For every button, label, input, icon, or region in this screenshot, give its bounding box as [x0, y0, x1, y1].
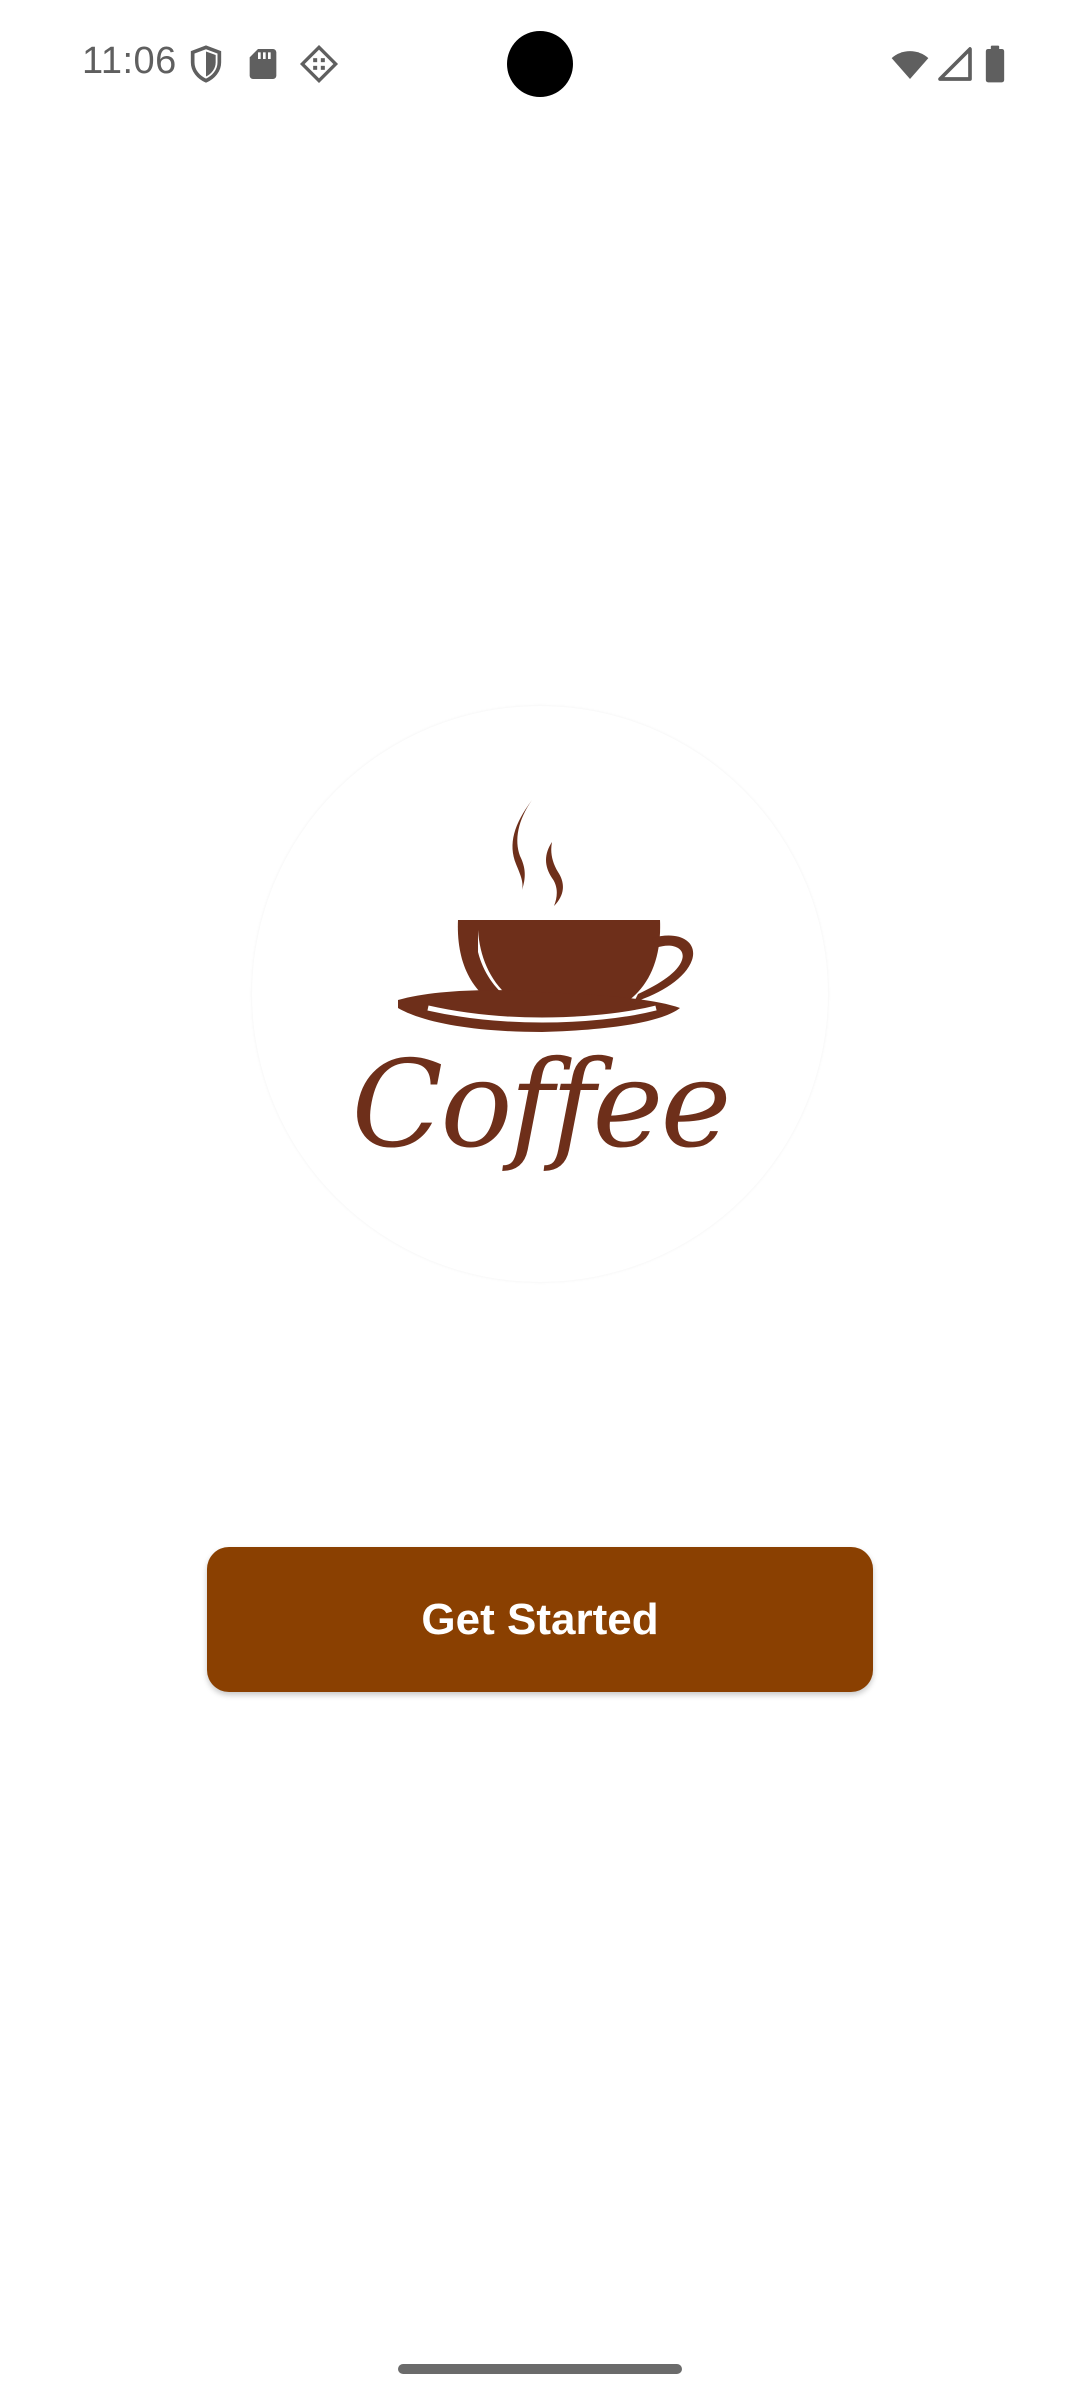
logo-wordmark: Coffee: [351, 1036, 732, 1175]
wifi-icon: [889, 44, 931, 84]
vpn-shield-icon: [186, 44, 226, 84]
coffee-logo: Coffee: [252, 706, 828, 1282]
splash-screen: 11:06 Coffee Get Started: [0, 0, 1080, 2400]
status-time: 11:06: [82, 40, 177, 82]
gesture-bar[interactable]: [398, 2364, 682, 2374]
developer-debug-icon: [299, 44, 339, 84]
cell-signal-icon: [935, 44, 975, 84]
camera-cutout: [507, 31, 573, 97]
status-bar: 11:06: [0, 0, 1080, 128]
battery-icon: [984, 44, 1006, 84]
get-started-button[interactable]: Get Started: [207, 1547, 873, 1692]
coffee-cup-icon: [398, 800, 694, 1032]
sd-card-icon: [243, 44, 283, 84]
